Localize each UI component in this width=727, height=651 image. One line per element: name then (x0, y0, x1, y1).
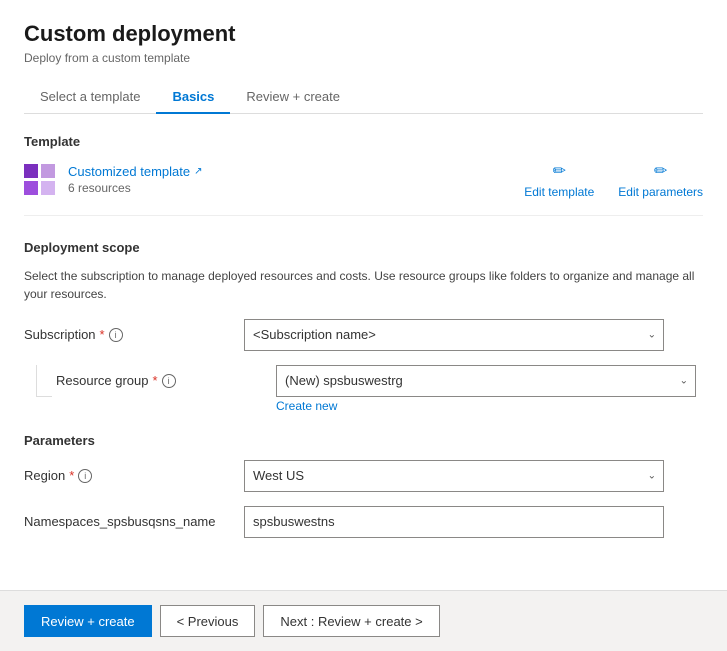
subscription-required-star: * (100, 327, 105, 342)
next-button[interactable]: Next : Review + create > (263, 605, 439, 637)
region-select[interactable]: West US (244, 460, 664, 492)
template-actions: ✏ Edit template ✏ Edit parameters (524, 161, 703, 199)
subscription-select-wrapper: <Subscription name> ⌄ (244, 319, 664, 351)
edit-parameters-button[interactable]: ✏ Edit parameters (618, 161, 703, 199)
subscription-info-icon[interactable]: i (109, 328, 123, 342)
previous-button[interactable]: < Previous (160, 605, 256, 637)
tab-select-template[interactable]: Select a template (24, 81, 156, 114)
review-create-button[interactable]: Review + create (24, 605, 152, 637)
resource-group-select-wrapper: (New) spsbuswestrg ⌄ (276, 365, 696, 397)
template-section-label: Template (24, 134, 703, 149)
icon-block-1 (24, 164, 38, 178)
icon-block-3 (24, 181, 38, 195)
page-header: Custom deployment Deploy from a custom t… (24, 20, 703, 65)
page-subtitle: Deploy from a custom template (24, 51, 703, 65)
region-required-star: * (69, 468, 74, 483)
subscription-row: Subscription * i <Subscription name> ⌄ (24, 319, 703, 351)
template-icon (24, 164, 56, 196)
icon-block-4 (41, 181, 55, 195)
external-link-icon: ↗ (194, 166, 202, 177)
resource-group-required-star: * (153, 373, 158, 388)
subscription-select[interactable]: <Subscription name> (244, 319, 664, 351)
template-section: Customized template ↗ 6 resources ✏ Edit… (24, 161, 703, 216)
scope-description: Select the subscription to manage deploy… (24, 267, 703, 303)
page-title: Custom deployment (24, 20, 703, 49)
parameters-label: Parameters (24, 433, 703, 448)
resource-group-label-wrapper: Resource group * i (52, 365, 276, 397)
template-resources: 6 resources (68, 181, 203, 195)
footer: Review + create < Previous Next : Review… (0, 590, 727, 651)
pencil-icon-template: ✏ (553, 161, 566, 181)
tab-basics[interactable]: Basics (156, 81, 230, 114)
resource-group-row: Resource group * i (New) spsbuswestrg ⌄ … (24, 365, 703, 413)
region-row: Region * i West US ⌄ (24, 460, 703, 492)
deployment-scope-label: Deployment scope (24, 240, 703, 255)
template-name-link[interactable]: Customized template ↗ (68, 164, 203, 179)
region-select-wrapper: West US ⌄ (244, 460, 664, 492)
template-info: Customized template ↗ 6 resources (24, 164, 203, 196)
resource-group-indent: Resource group * i (24, 365, 276, 397)
region-info-icon[interactable]: i (78, 469, 92, 483)
icon-block-2 (41, 164, 55, 178)
create-new-link[interactable]: Create new (276, 399, 696, 413)
template-details: Customized template ↗ 6 resources (68, 164, 203, 195)
subscription-label: Subscription * i (24, 327, 244, 342)
edit-template-button[interactable]: ✏ Edit template (524, 161, 594, 199)
deployment-scope-section: Deployment scope Select the subscription… (24, 240, 703, 413)
resource-group-info-icon[interactable]: i (162, 374, 176, 388)
region-label: Region * i (24, 468, 244, 483)
indent-line (36, 365, 52, 397)
tab-bar: Select a template Basics Review + create (24, 81, 703, 114)
namespaces-name-input[interactable] (244, 506, 664, 538)
namespaces-name-row: Namespaces_spsbusqsns_name (24, 506, 703, 538)
pencil-icon-params: ✏ (654, 161, 667, 181)
resource-group-label: Resource group * i (56, 373, 276, 388)
parameters-section: Parameters Region * i West US ⌄ Na (24, 433, 703, 538)
resource-group-select[interactable]: (New) spsbuswestrg (276, 365, 696, 397)
main-content: Template Customized template ↗ 6 resourc… (24, 134, 703, 651)
namespaces-name-label: Namespaces_spsbusqsns_name (24, 514, 244, 529)
tab-review-create[interactable]: Review + create (230, 81, 356, 114)
